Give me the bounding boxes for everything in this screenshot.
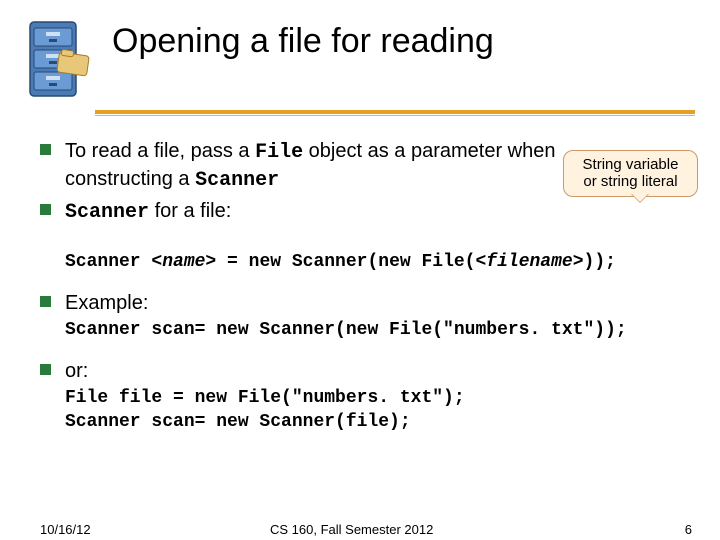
slide-body: To read a file, pass a File object as a …	[40, 138, 700, 450]
bullet-3-text: Example:	[65, 290, 148, 316]
code-frag: File	[255, 141, 303, 164]
code-frag: Scanner	[65, 201, 149, 224]
text-frag: for a file:	[149, 200, 231, 222]
bullet-4: or:	[40, 358, 700, 384]
bullet-1-text: To read a file, pass a File object as a …	[65, 138, 605, 194]
bullet-3: Example:	[40, 290, 700, 316]
bullet-marker	[40, 144, 51, 155]
bullet-marker	[40, 296, 51, 307]
code-frag: Scanner	[195, 169, 279, 192]
code-placeholder: <name>	[151, 252, 216, 272]
or-code-1: File file = new File("numbers. txt");	[65, 388, 700, 408]
slide-title: Opening a file for reading	[112, 22, 494, 61]
footer-pagenum: 6	[685, 522, 692, 537]
bullet-marker	[40, 204, 51, 215]
bullet-2: Scanner for a file:	[40, 198, 700, 226]
text-frag: To read a file, pass a	[65, 140, 255, 162]
title-underline	[95, 110, 695, 116]
footer-course: CS 160, Fall Semester 2012	[270, 522, 433, 537]
code-frag: = new Scanner(new File(	[216, 252, 475, 272]
code-placeholder: <filename>	[475, 252, 583, 272]
syntax-line: Scanner <name> = new Scanner(new File(<f…	[65, 232, 700, 272]
example-code: Scanner scan= new Scanner(new File("numb…	[65, 320, 700, 340]
code-frag: ));	[584, 252, 616, 272]
bullet-1: To read a file, pass a File object as a …	[40, 138, 700, 194]
or-code-2: Scanner scan= new Scanner(file);	[65, 412, 700, 432]
code-frag: Scanner	[65, 252, 151, 272]
bullet-4-text: or:	[65, 358, 88, 384]
footer-date: 10/16/12	[40, 522, 91, 537]
bullet-marker	[40, 364, 51, 375]
file-cabinet-icon	[22, 18, 92, 103]
bullet-2-text: Scanner for a file:	[65, 198, 231, 226]
